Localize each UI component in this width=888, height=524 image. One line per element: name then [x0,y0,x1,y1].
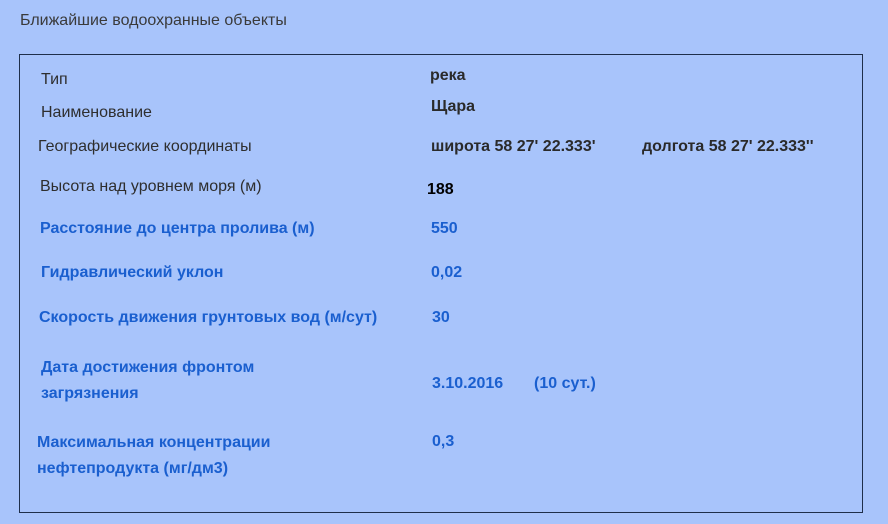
distance-value: 550 [431,220,458,237]
max-concentration-value: 0,3 [432,433,455,450]
front-date-days: (10 сут.) [534,375,596,392]
type-label: Тип [41,71,68,88]
altitude-label: Высота над уровнем моря (м) [40,178,262,195]
name-label: Наименование [41,104,152,121]
front-date-label-line2: загрязнения [41,385,139,402]
name-value: Щара [431,98,476,115]
slope-label: Гидравлический уклон [41,264,224,281]
distance-label: Расстояние до центра пролива (м) [40,220,315,237]
max-concentration-label: Максимальная концентрации нефтепродукта … [37,430,270,482]
front-date-label-line1: Дата достижения фронтом [41,359,255,376]
max-concentration-label-line2: нефтепродукта (мг/дм3) [37,460,229,477]
slope-value: 0,02 [431,264,463,281]
front-date-label: Дата достижения фронтом загрязнения [41,355,254,407]
page: Ближайшие водоохранные объекты Тип река … [0,0,888,524]
section-title: Ближайшие водоохранные объекты [20,12,287,29]
latitude-value: широта 58 27' 22.333' [431,138,596,155]
groundwater-speed-value: 30 [432,309,450,326]
groundwater-speed-label: Скорость движения грунтовых вод (м/сут) [39,309,378,326]
max-concentration-label-line1: Максимальная концентрации [37,434,271,451]
type-value: река [430,67,466,84]
front-date-value: 3.10.2016 [432,375,504,392]
altitude-value: 188 [427,181,454,198]
coordinates-label: Географические координаты [38,138,252,155]
longitude-value: долгота 58 27' 22.333'' [642,138,814,155]
water-object-panel: Тип река Наименование Щара Географически… [19,54,863,513]
